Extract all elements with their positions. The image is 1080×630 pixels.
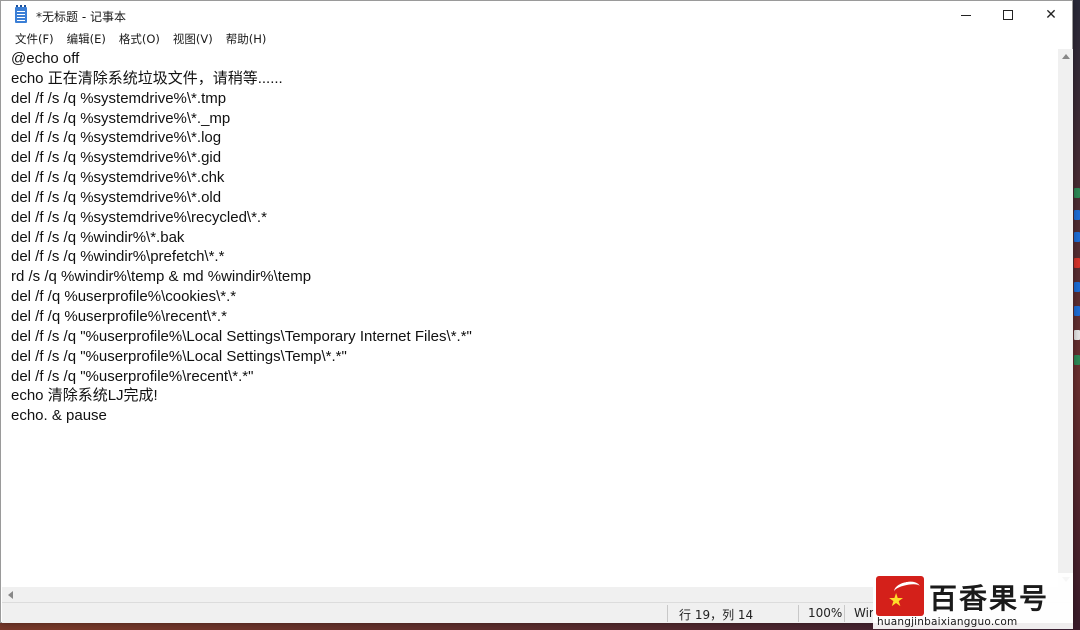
- scroll-up-icon[interactable]: [1062, 54, 1070, 59]
- text-line: del /f /q %userprofile%\cookies\*.*: [11, 288, 237, 306]
- notepad-window: *无标题 - 记事本 ✕ 文件(F) 编辑(E) 格式(O) 视图(V) 帮助(…: [0, 0, 1073, 623]
- text-line: echo. & pause: [11, 407, 107, 425]
- desktop-icon[interactable]: [1074, 232, 1080, 242]
- minimize-button[interactable]: [944, 1, 988, 29]
- maximize-button[interactable]: [986, 1, 1030, 29]
- desktop-background: [1072, 0, 1080, 630]
- text-line: @echo off: [11, 50, 80, 67]
- watermark-title: 百香果号: [929, 582, 1050, 615]
- text-line: del /f /s /q %systemdrive%\*.old: [11, 188, 222, 206]
- text-line: del /f /q %userprofile%\recent\*.*: [11, 307, 227, 325]
- scroll-left-icon[interactable]: [8, 591, 13, 599]
- desktop-icon[interactable]: [1074, 306, 1080, 316]
- status-divider: [798, 605, 799, 622]
- title-bar[interactable]: *无标题 - 记事本 ✕: [1, 1, 1072, 29]
- desktop-icon[interactable]: [1074, 355, 1080, 365]
- window-title: *无标题 - 记事本: [36, 10, 126, 24]
- watermark-logo: ★: [876, 576, 924, 616]
- text-line: del /f /s /q %systemdrive%\*.chk: [11, 169, 225, 187]
- close-button[interactable]: ✕: [1029, 1, 1073, 29]
- text-line: echo 正在清除系统垃圾文件，请稍等......: [11, 69, 283, 87]
- desktop-icon[interactable]: [1074, 188, 1080, 198]
- text-line: del /f /s /q %windir%\*.bak: [11, 228, 185, 246]
- text-line: del /f /s /q %systemdrive%\recycled\*.*: [11, 208, 267, 226]
- menu-file[interactable]: 文件(F): [9, 29, 60, 49]
- desktop-icon[interactable]: [1074, 258, 1080, 268]
- maximize-icon: [1003, 10, 1013, 20]
- text-line: del /f /s /q "%userprofile%\recent\*.*": [11, 367, 254, 385]
- text-line: del /f /s /q %systemdrive%\*.tmp: [11, 89, 227, 107]
- watermark: ★ 百香果号 huangjinbaixiangguo.com: [873, 573, 1073, 629]
- text-line: del /f /s /q "%userprofile%\Local Settin…: [11, 327, 472, 345]
- menu-help[interactable]: 帮助(H): [220, 29, 273, 49]
- vertical-scrollbar[interactable]: [1058, 49, 1073, 587]
- menu-format[interactable]: 格式(O): [113, 29, 166, 49]
- menu-bar: 文件(F) 编辑(E) 格式(O) 视图(V) 帮助(H): [1, 29, 1072, 49]
- minimize-icon: [961, 14, 971, 16]
- star-icon: ★: [888, 590, 905, 611]
- zoom-level: 100%: [808, 606, 843, 620]
- desktop-icon[interactable]: [1074, 282, 1080, 292]
- status-divider: [667, 605, 668, 622]
- text-line: del /f /s /q "%userprofile%\Local Settin…: [11, 347, 347, 365]
- text-line: del /f /s /q %systemdrive%\*.gid: [11, 149, 222, 167]
- menu-edit[interactable]: 编辑(E): [61, 29, 112, 49]
- text-line: del /f /s /q %systemdrive%\*.log: [11, 129, 222, 147]
- text-line: echo 清除系统LJ完成!: [11, 387, 158, 405]
- text-line: del /f /s /q %windir%\prefetch\*.*: [11, 248, 225, 266]
- text-editor[interactable]: @echo off echo 正在清除系统垃圾文件，请稍等...... del …: [2, 49, 1058, 587]
- watermark-url: huangjinbaixiangguo.com: [877, 616, 1018, 628]
- desktop-icon[interactable]: [1074, 330, 1080, 340]
- notepad-icon: [15, 5, 27, 23]
- text-line: del /f /s /q %systemdrive%\*._mp: [11, 109, 231, 127]
- line-ending: Wir: [854, 606, 874, 620]
- text-line: rd /s /q %windir%\temp & md %windir%\tem…: [11, 268, 312, 286]
- close-icon: ✕: [1045, 7, 1057, 23]
- menu-view[interactable]: 视图(V): [167, 29, 219, 49]
- desktop-icon[interactable]: [1074, 210, 1080, 220]
- status-divider: [844, 605, 845, 622]
- cursor-position: 行 19，列 14: [679, 608, 754, 622]
